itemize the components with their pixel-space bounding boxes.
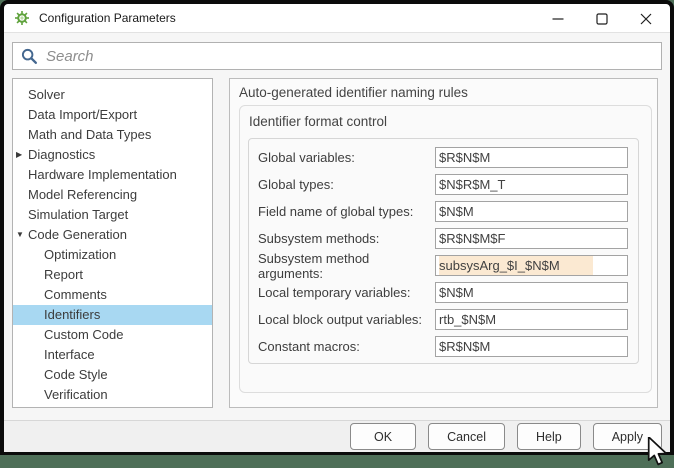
sidebar-item-label: Code Style: [44, 367, 108, 382]
sidebar-item-label: Optimization: [44, 247, 117, 262]
field-row: Field name of global types: $N$M: [249, 198, 638, 225]
main-panel: Auto-generated identifier naming rules I…: [229, 78, 658, 408]
sidebar-item-data-import-export[interactable]: Data Import/Export: [13, 105, 212, 125]
minimize-button[interactable]: [536, 4, 580, 33]
minimize-icon: [552, 17, 564, 20]
global-types-label: Global types:: [258, 177, 334, 192]
naming-rules-section: Identifier format control Global variabl…: [239, 105, 652, 393]
global-variables-input[interactable]: $R$N$M: [435, 147, 628, 168]
sidebar-item-math-and-data-types[interactable]: Math and Data Types: [13, 125, 212, 145]
field-row: Global types: $N$R$M_T: [249, 171, 638, 198]
sidebar-item-code-style[interactable]: Code Style: [13, 365, 212, 385]
field-row: Subsystem method arguments: subsysArg_$I…: [249, 250, 638, 281]
sidebar-item-label: Simulation Target: [28, 207, 129, 222]
search-input[interactable]: Search: [12, 42, 662, 70]
mouse-cursor: [647, 437, 667, 466]
window-title: Configuration Parameters: [39, 11, 176, 25]
footer-buttons: OK Cancel Help Apply: [4, 420, 670, 452]
sidebar-item-solver[interactable]: Solver: [13, 85, 212, 105]
local-block-output-variables-input[interactable]: rtb_$N$M: [435, 309, 628, 330]
subsystem-method-arguments-label: Subsystem method arguments:: [258, 250, 370, 281]
sidebar-item-simulation-target[interactable]: Simulation Target: [13, 205, 212, 225]
titlebar: Configuration Parameters: [4, 4, 670, 33]
sidebar-item-label: Comments: [44, 287, 107, 302]
search-icon: [21, 48, 38, 65]
field-row: Global variables: $R$N$M: [249, 144, 638, 171]
sidebar-item-label: Diagnostics: [28, 147, 96, 162]
close-icon: [640, 13, 652, 24]
global-variables-label: Global variables:: [258, 150, 355, 165]
chevron-down-icon: ▼: [16, 230, 24, 239]
sidebar-item-hardware-implementation[interactable]: Hardware Implementation: [13, 165, 212, 185]
sidebar-item-code-generation[interactable]: ▼ Code Generation: [13, 225, 212, 245]
constant-macros-label: Constant macros:: [258, 339, 360, 354]
sidebar-item-label: Data Import/Export: [28, 107, 138, 122]
constant-macros-input[interactable]: $R$N$M: [435, 336, 628, 357]
cancel-button[interactable]: Cancel: [428, 423, 505, 450]
sidebar-item-label: Identifiers: [44, 307, 101, 322]
maximize-icon: [596, 12, 608, 25]
sidebar-item-label: Custom Code: [44, 327, 124, 342]
field-name-of-global-types-input[interactable]: $N$M: [435, 201, 628, 222]
sidebar-item-label: Hardware Implementation: [28, 167, 177, 182]
window-controls: [536, 4, 668, 33]
field-row: Local block output variables: rtb_$N$M: [249, 306, 638, 333]
chevron-right-icon: ▶: [16, 150, 23, 159]
sidebar-item-optimization[interactable]: Optimization: [13, 245, 212, 265]
sidebar-item-report[interactable]: Report: [13, 265, 212, 285]
simulink-gear-icon: [14, 11, 29, 25]
sidebar-item-label: Model Referencing: [28, 187, 138, 202]
sidebar-item-label: Math and Data Types: [28, 127, 152, 142]
sidebar-item-label: Report: [44, 267, 84, 282]
sidebar-item-label: Solver: [28, 87, 65, 102]
global-types-input[interactable]: $N$R$M_T: [435, 174, 628, 195]
local-block-output-variables-label: Local block output variables:: [258, 312, 423, 327]
ok-button[interactable]: OK: [350, 423, 417, 450]
sidebar-item-label: Interface: [44, 347, 95, 362]
subsystem-method-arguments-input[interactable]: subsysArg_$I_$N$M: [435, 255, 628, 276]
sidebar-item-interface[interactable]: Interface: [13, 345, 212, 365]
sidebar-item-model-referencing[interactable]: Model Referencing: [13, 185, 212, 205]
field-name-of-global-types-label: Field name of global types:: [258, 204, 414, 219]
subsystem-methods-input[interactable]: $R$N$M$F: [435, 228, 628, 249]
configuration-parameters-window: Configuration Parameters Search Solver D…: [0, 0, 674, 455]
field-row: Constant macros: $R$N$M: [249, 333, 638, 360]
page-title: Auto-generated identifier naming rules: [239, 85, 468, 100]
close-button[interactable]: [624, 4, 668, 33]
sidebar-item-identifiers[interactable]: Identifiers: [13, 305, 212, 325]
sidebar-tree: Solver Data Import/Export Math and Data …: [12, 78, 213, 408]
identifier-fields: Global variables: $R$N$M Global types: $…: [248, 138, 639, 364]
maximize-button[interactable]: [580, 4, 624, 33]
sidebar-item-label: Verification: [44, 387, 108, 402]
sidebar-item-custom-code[interactable]: Custom Code: [13, 325, 212, 345]
sidebar-item-diagnostics[interactable]: ▶ Diagnostics: [13, 145, 212, 165]
search-placeholder: Search: [46, 47, 94, 65]
help-button[interactable]: Help: [517, 423, 581, 450]
local-temporary-variables-label: Local temporary variables:: [258, 285, 411, 300]
local-temporary-variables-input[interactable]: $N$M: [435, 282, 628, 303]
sidebar-item-label: Code Generation: [28, 227, 128, 242]
sidebar-item-comments[interactable]: Comments: [13, 285, 212, 305]
field-row: Local temporary variables: $N$M: [249, 279, 638, 306]
subsystem-methods-label: Subsystem methods:: [258, 231, 380, 246]
field-row: Subsystem methods: $R$N$M$F: [249, 225, 638, 252]
sidebar-item-verification[interactable]: Verification: [13, 385, 212, 405]
section-title: Identifier format control: [249, 114, 388, 129]
